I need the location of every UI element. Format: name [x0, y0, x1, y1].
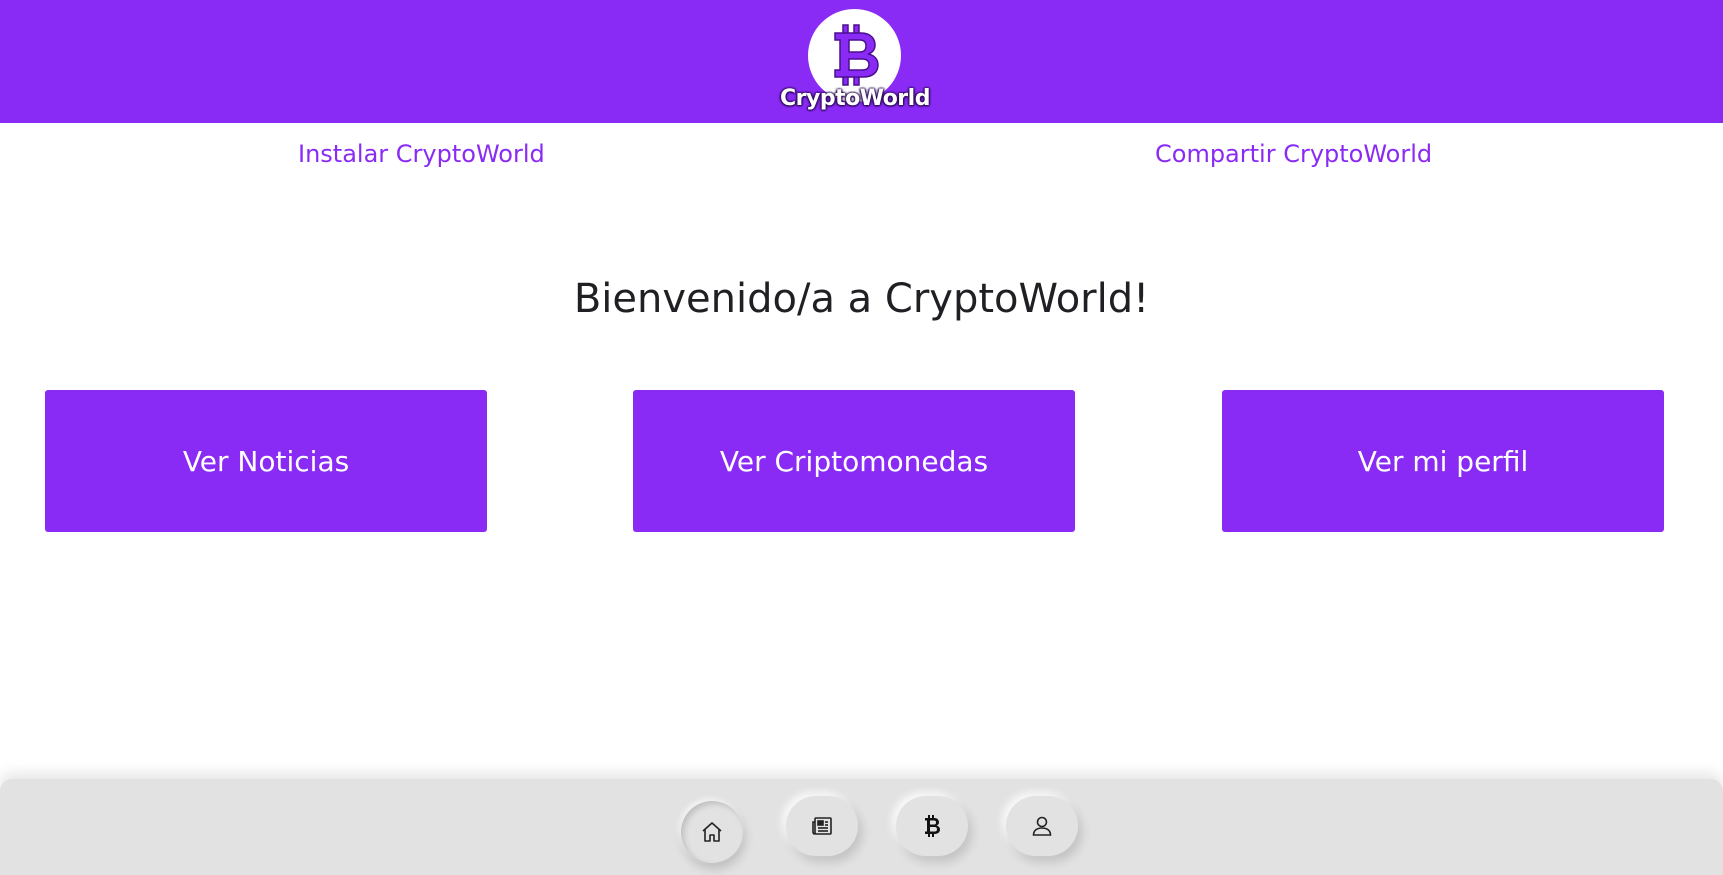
nav-home-button[interactable] — [681, 801, 743, 863]
home-icon — [702, 822, 722, 842]
nav-crypto-button[interactable] — [896, 796, 968, 856]
view-news-button[interactable]: Ver Noticias — [45, 390, 487, 532]
page-title: Bienvenido/a a CryptoWorld! — [573, 276, 1150, 322]
user-icon — [1032, 816, 1052, 836]
install-app-link[interactable]: Instalar CryptoWorld — [298, 140, 545, 168]
newspaper-icon — [812, 817, 832, 835]
nav-news-button[interactable] — [786, 796, 858, 856]
bitcoin-logo-icon — [834, 24, 879, 86]
brand-logo[interactable]: CryptoWorld — [780, 6, 930, 118]
bottom-navigation — [0, 779, 1723, 875]
app-header: CryptoWorld — [0, 0, 1723, 123]
app-page: CryptoWorld Instalar CryptoWorld Compart… — [0, 0, 1723, 875]
share-app-link[interactable]: Compartir CryptoWorld — [1155, 140, 1432, 168]
brand-name: CryptoWorld — [780, 86, 930, 111]
bitcoin-icon — [925, 815, 940, 837]
view-cryptocurrencies-button[interactable]: Ver Criptomonedas — [633, 390, 1075, 532]
view-profile-button[interactable]: Ver mi perfil — [1222, 390, 1664, 532]
nav-profile-button[interactable] — [1006, 796, 1078, 856]
